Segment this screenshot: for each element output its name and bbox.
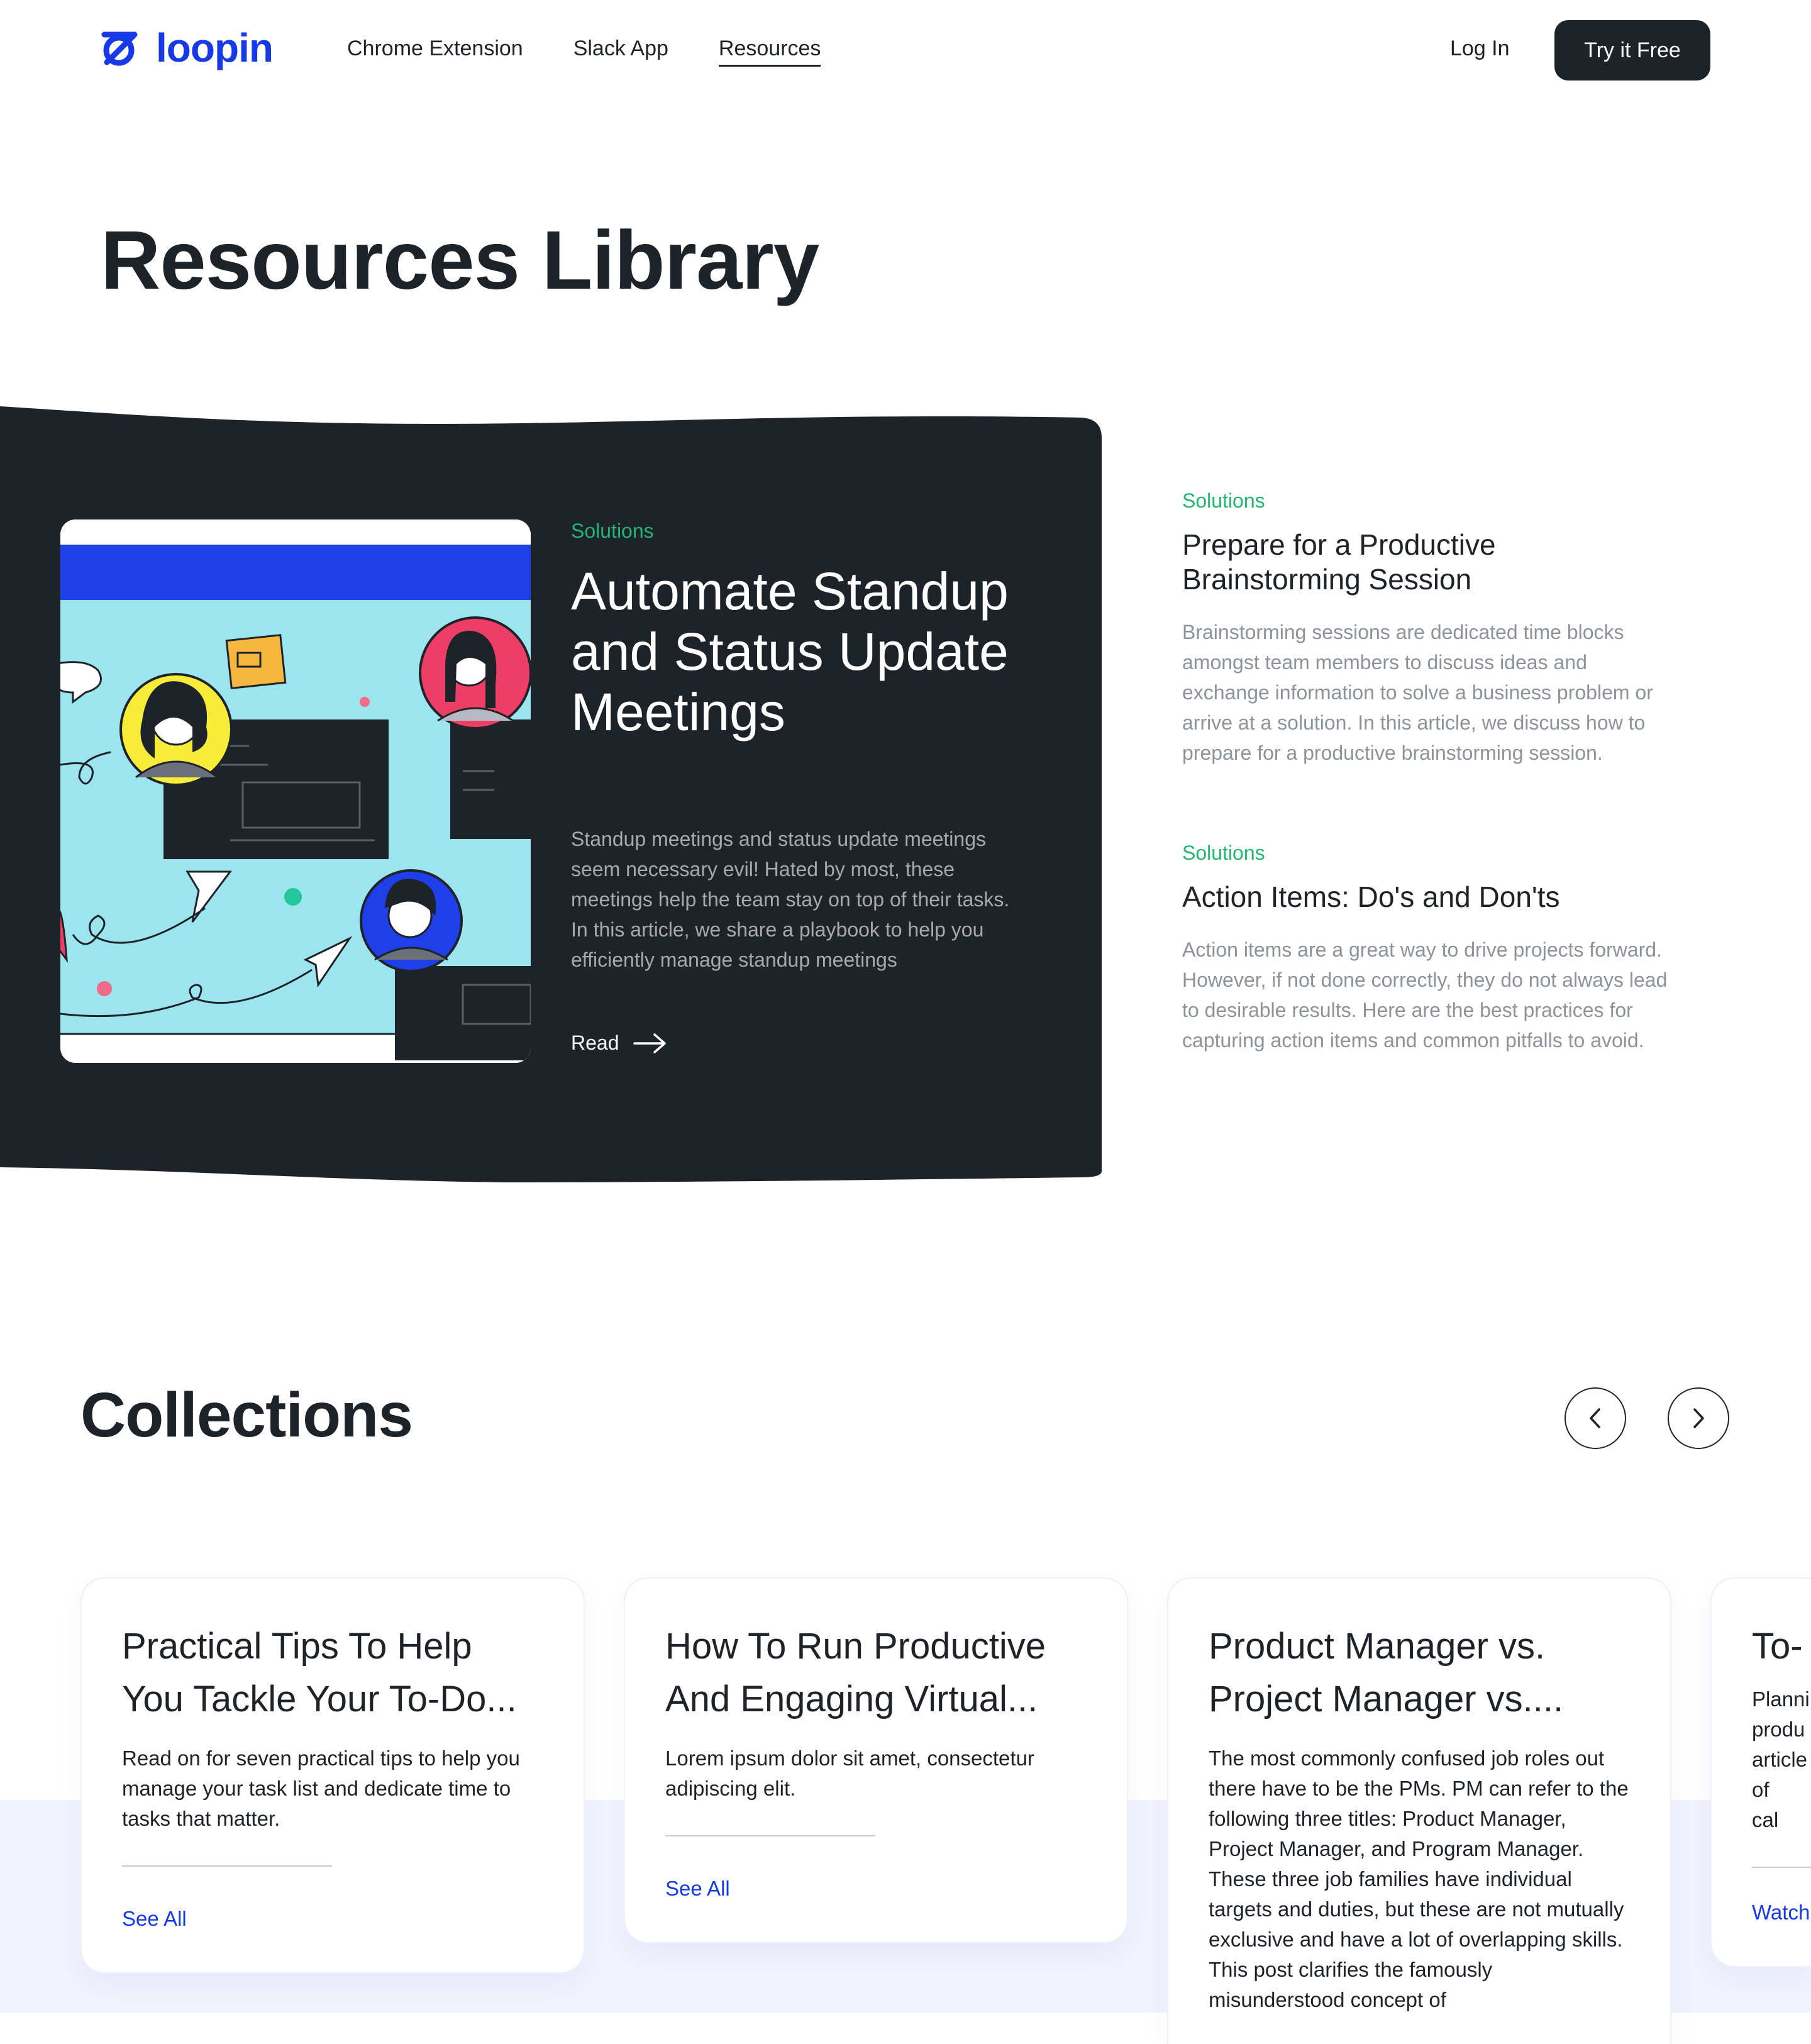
collection-card-title-line: To-: [1752, 1626, 1803, 1667]
page-title: Resources Library: [101, 214, 819, 306]
collection-card-link[interactable]: Watch: [1752, 1901, 1810, 1925]
logo[interactable]: loopin: [101, 25, 274, 70]
collection-card-description: Read on for seven practical tips to help…: [122, 1747, 520, 1830]
collection-card-divider: [665, 1835, 875, 1836]
featured-read-link[interactable]: Read: [571, 1031, 667, 1055]
side-article: Solutions Action Items: Do's and Don'ts …: [1182, 841, 1673, 1055]
collection-card-description: Lorem ipsum dolor sit amet, consectetur …: [665, 1747, 1034, 1800]
carousel-next-button[interactable]: [1668, 1387, 1729, 1449]
side-article-category: Solutions: [1182, 841, 1265, 864]
collection-card-title-line: Project Manager vs....: [1209, 1679, 1564, 1719]
collection-card-title: To-: [1752, 1620, 1811, 1673]
chevron-right-icon: [1693, 1408, 1704, 1428]
video-call-illustration: [60, 519, 531, 1063]
nav-resources[interactable]: Resources: [718, 36, 821, 67]
try-free-button[interactable]: Try it Free: [1554, 20, 1710, 81]
collection-card[interactable]: To- Planni produ article of cal Watch: [1712, 1579, 1811, 1966]
collection-card-title-line: And Engaging Virtual...: [665, 1679, 1038, 1719]
featured-illustration: [60, 519, 531, 1063]
featured-title[interactable]: Automate Standup and Status Update Meeti…: [571, 561, 1049, 742]
collection-card-title-line: Product Manager vs.: [1209, 1626, 1546, 1667]
side-article-description: Brainstorming sessions are dedicated tim…: [1182, 621, 1653, 764]
login-link[interactable]: Log In: [1450, 36, 1510, 61]
collection-card-divider: [1752, 1867, 1811, 1868]
side-article-title[interactable]: Prepare for a Productive Brainstorming S…: [1182, 528, 1673, 597]
arrow-right-icon: [633, 1033, 666, 1053]
nav-chrome-extension[interactable]: Chrome Extension: [347, 36, 523, 67]
collection-card-title-line: Practical Tips To Help: [122, 1626, 472, 1667]
featured-category: Solutions: [571, 519, 654, 542]
collection-card-title-line: How To Run Productive: [665, 1626, 1046, 1667]
logo-text: loopin: [156, 25, 274, 70]
collection-card-divider: [122, 1865, 332, 1867]
loopin-logo-icon: [101, 31, 138, 66]
featured-description: Standup meetings and status update meeti…: [571, 828, 1010, 971]
collection-card[interactable]: How To Run Productive And Engaging Virtu…: [625, 1579, 1127, 1942]
collection-card-title: Practical Tips To Help You Tackle Your T…: [122, 1620, 543, 1726]
collection-card-title: Product Manager vs. Project Manager vs..…: [1209, 1620, 1630, 1726]
chevron-left-icon: [1590, 1408, 1600, 1428]
collection-card-link[interactable]: See All: [122, 1907, 187, 1931]
carousel-prev-button[interactable]: [1565, 1387, 1626, 1449]
collection-card[interactable]: Product Manager vs. Project Manager vs..…: [1168, 1579, 1670, 2044]
collection-card-description: The most commonly confused job roles out…: [1209, 1747, 1629, 2011]
nav-slack-app[interactable]: Slack App: [573, 36, 668, 67]
collection-card-description: Planni produ article of cal: [1752, 1687, 1810, 1831]
main-nav: Chrome Extension Slack App Resources: [347, 36, 821, 67]
read-label: Read: [571, 1031, 619, 1054]
collection-card-title: How To Run Productive And Engaging Virtu…: [665, 1620, 1087, 1726]
collection-card-link[interactable]: See All: [665, 1877, 730, 1901]
site-header: loopin Chrome Extension Slack App Resour…: [0, 0, 1811, 102]
side-article: Solutions Prepare for a Productive Brain…: [1182, 489, 1673, 768]
collection-card-title-line: You Tackle Your To-Do...: [122, 1679, 517, 1719]
side-article-title[interactable]: Action Items: Do's and Don'ts: [1182, 880, 1673, 914]
side-article-description: Action items are a great way to drive pr…: [1182, 938, 1668, 1052]
collections-title: Collections: [80, 1380, 413, 1450]
collection-card[interactable]: Practical Tips To Help You Tackle Your T…: [82, 1579, 584, 1972]
side-article-category: Solutions: [1182, 489, 1265, 512]
